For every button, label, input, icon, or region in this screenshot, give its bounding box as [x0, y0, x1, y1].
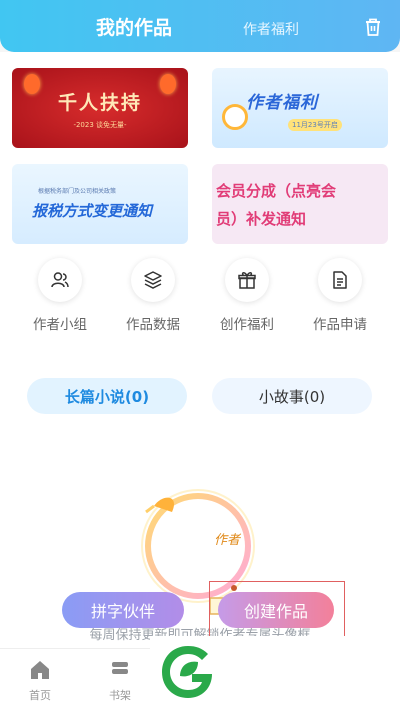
quick-label: 作品申请 — [313, 317, 367, 333]
tab-my-works[interactable]: 我的作品 — [96, 13, 172, 40]
banner-subtitle: 根据税务部门及公司相关政策 — [38, 188, 117, 195]
home-icon — [31, 661, 49, 679]
layers-icon — [144, 271, 162, 289]
banner-title: 作者福利 — [246, 93, 318, 113]
partner-button[interactable]: 拼字伙伴 — [62, 592, 184, 628]
nav-label: 首页 — [29, 689, 51, 702]
banner-title: 报税方式变更通知 — [32, 202, 153, 220]
highlight-box — [209, 581, 345, 639]
banner-tax-notice[interactable]: 根据税务部门及公司相关政策 报税方式变更通知 — [12, 164, 188, 244]
quick-label: 作者小组 — [33, 317, 87, 333]
trash-icon[interactable] — [362, 16, 384, 38]
quick-work-data[interactable]: 作品数据 — [113, 258, 193, 333]
people-icon — [51, 272, 69, 288]
banner-title: 千人扶持 — [57, 92, 142, 114]
nav-label: 书架 — [109, 689, 131, 702]
banner-author-benefits[interactable]: 作者福利 11月23号开启 — [212, 68, 388, 148]
top-header: 我的作品 作者福利 — [0, 0, 400, 52]
nav-bookshelf[interactable]: 书架 — [100, 659, 140, 703]
banner-member-share[interactable]: 会员分成（点亮会 员）补发通知 — [212, 164, 388, 244]
bookshelf-icon — [112, 662, 128, 674]
nav-home[interactable]: 首页 — [20, 659, 60, 703]
quick-label: 创作福利 — [220, 317, 274, 333]
quick-work-application[interactable]: 作品申请 — [300, 258, 380, 333]
document-icon — [333, 271, 347, 289]
clock-icon — [222, 104, 248, 130]
tab-author-benefits[interactable]: 作者福利 — [243, 19, 299, 39]
tab-short-story[interactable]: 小故事(0) — [212, 378, 372, 414]
banner-subtitle: 11月23号开启 — [288, 119, 342, 131]
quick-creation-benefits[interactable]: 创作福利 — [207, 258, 287, 333]
leaf-logo — [162, 646, 212, 698]
banner-title-line2: 员）补发通知 — [216, 210, 307, 228]
main-content: 千人扶持 -2023 谈免无量- 作者福利 11月23号开启 根据税务部门及公司… — [0, 52, 400, 652]
banner-support[interactable]: 千人扶持 -2023 谈免无量- — [12, 68, 188, 148]
author-badge-text: 作者 — [214, 533, 242, 548]
banner-title-line1: 会员分成（点亮会 — [216, 182, 337, 200]
quick-label: 作品数据 — [126, 317, 180, 333]
banner-subtitle: -2023 谈免无量- — [73, 121, 127, 129]
quick-author-group[interactable]: 作者小组 — [20, 258, 100, 333]
gift-icon — [238, 272, 256, 289]
tab-long-novel[interactable]: 长篇小说(0) — [27, 378, 187, 414]
